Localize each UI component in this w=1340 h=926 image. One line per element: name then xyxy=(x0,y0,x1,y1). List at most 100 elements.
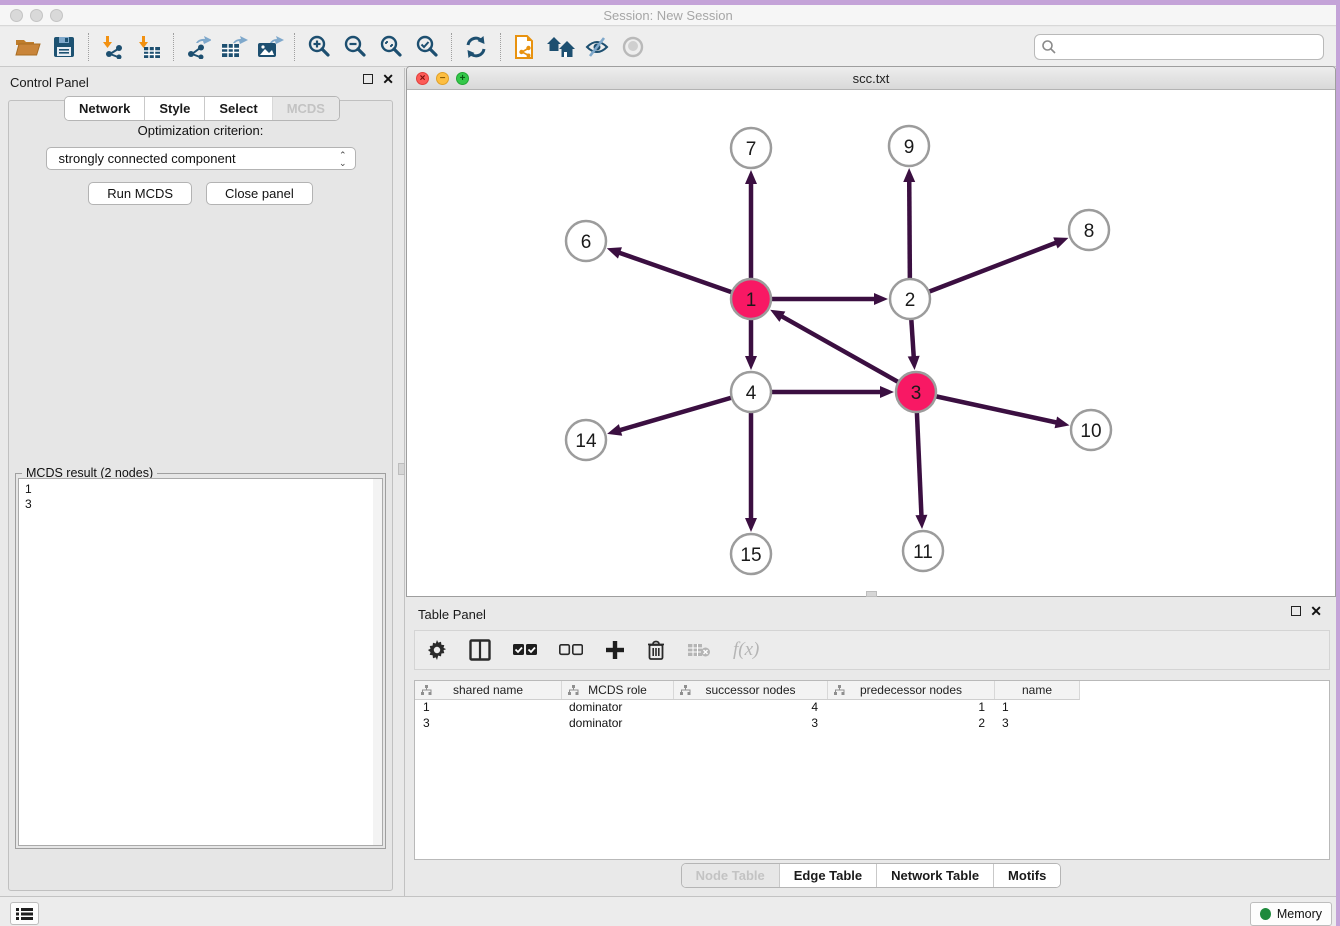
graph-node-8[interactable]: 8 xyxy=(1069,210,1109,250)
main-toolbar xyxy=(0,27,1336,67)
close-panel-button[interactable]: Close panel xyxy=(206,182,313,205)
import-network-icon[interactable] xyxy=(95,31,131,63)
network-graph[interactable]: 7 9 6 8 1 2 4 3 14 10 15 11 xyxy=(407,90,1335,596)
graph-node-4[interactable]: 4 xyxy=(731,372,771,412)
save-session-icon[interactable] xyxy=(46,31,82,63)
memory-button[interactable]: Memory xyxy=(1250,902,1332,926)
select-all-icon[interactable] xyxy=(513,643,537,657)
window-title: Session: New Session xyxy=(0,8,1336,23)
svg-text:3: 3 xyxy=(911,383,922,404)
graph-node-11[interactable]: 11 xyxy=(903,531,943,571)
edge-arrow xyxy=(1053,237,1068,248)
svg-text:11: 11 xyxy=(913,542,933,563)
table-panel-header: Table Panel ✕ xyxy=(406,600,1336,628)
svg-text:14: 14 xyxy=(575,431,597,452)
cell-successor-nodes[interactable]: 4 xyxy=(673,700,827,716)
graph-node-10[interactable]: 10 xyxy=(1071,410,1111,450)
toolbar-separator xyxy=(294,33,295,61)
edge-arrow xyxy=(880,386,894,398)
mcds-result-text[interactable]: 1 3 xyxy=(18,478,383,846)
edge-arrow xyxy=(745,356,757,370)
graph-node-2[interactable]: 2 xyxy=(890,279,930,319)
column-header-MCDS-role[interactable]: MCDS role xyxy=(561,681,673,699)
edge-3-1[interactable] xyxy=(780,315,916,392)
mcds-result-scrollbar[interactable] xyxy=(373,479,382,845)
node-table-header[interactable]: shared nameMCDS rolesuccessor nodesprede… xyxy=(415,681,1080,700)
show-details-icon xyxy=(615,31,651,63)
export-image-icon[interactable] xyxy=(252,31,288,63)
edge-2-8[interactable] xyxy=(910,242,1058,299)
graph-node-9[interactable]: 9 xyxy=(889,126,929,166)
tab-network-table[interactable]: Network Table xyxy=(876,864,993,887)
column-header-shared-name[interactable]: shared name xyxy=(415,681,561,699)
zoom-out-icon[interactable] xyxy=(337,31,373,63)
cell-predecessor-nodes[interactable]: 1 xyxy=(827,700,994,716)
duplicate-network-icon[interactable] xyxy=(507,31,543,63)
edge-3-10[interactable] xyxy=(916,392,1059,423)
network-window-titlebar[interactable]: × − + scc.txt xyxy=(407,67,1335,90)
tab-node-table[interactable]: Node Table xyxy=(682,864,779,887)
column-header-predecessor-nodes[interactable]: predecessor nodes xyxy=(827,681,994,699)
export-network-icon[interactable] xyxy=(180,31,216,63)
table-row[interactable]: 1dominator411 xyxy=(415,700,1329,716)
refresh-icon[interactable] xyxy=(458,31,494,63)
cell-predecessor-nodes[interactable]: 2 xyxy=(827,716,994,732)
open-session-icon[interactable] xyxy=(10,31,46,63)
zoom-selected-icon[interactable] xyxy=(409,31,445,63)
table-panel-title: Table Panel xyxy=(418,607,486,622)
mcds-result-group: MCDS result (2 nodes) 1 3 xyxy=(15,473,386,849)
delete-icon[interactable] xyxy=(647,640,665,661)
graph-node-3[interactable]: 3 xyxy=(896,372,936,412)
tab-network[interactable]: Network xyxy=(65,97,144,120)
close-table-panel-icon[interactable]: ✕ xyxy=(1310,606,1322,616)
zoom-in-icon[interactable] xyxy=(301,31,337,63)
cell-MCDS-role[interactable]: dominator xyxy=(561,716,673,732)
run-mcds-button[interactable]: Run MCDS xyxy=(88,182,192,205)
tab-motifs[interactable]: Motifs xyxy=(993,864,1060,887)
tab-edge-table[interactable]: Edge Table xyxy=(779,864,876,887)
list-icon xyxy=(16,907,33,921)
main-titlebar: Session: New Session xyxy=(0,5,1336,26)
edge-1-6[interactable] xyxy=(617,252,751,299)
float-panel-icon[interactable] xyxy=(363,74,373,84)
task-history-button[interactable] xyxy=(10,902,39,925)
search-input[interactable] xyxy=(1034,34,1324,60)
horizontal-splitter-handle[interactable] xyxy=(866,591,877,597)
tab-style[interactable]: Style xyxy=(144,97,204,120)
home-icon[interactable] xyxy=(543,31,579,63)
graph-node-1[interactable]: 1 xyxy=(731,279,771,319)
vertical-splitter-handle[interactable] xyxy=(398,463,405,475)
network-canvas[interactable]: 7 9 6 8 1 2 4 3 14 10 15 11 xyxy=(407,90,1335,596)
add-icon[interactable] xyxy=(605,640,625,660)
graph-node-6[interactable]: 6 xyxy=(566,221,606,261)
graph-node-15[interactable]: 15 xyxy=(731,534,771,574)
column-header-name[interactable]: name xyxy=(994,681,1079,699)
tab-select[interactable]: Select xyxy=(204,97,271,120)
edge-arrow xyxy=(908,356,920,370)
cell-successor-nodes[interactable]: 3 xyxy=(673,716,827,732)
cell-name[interactable]: 1 xyxy=(994,700,1079,716)
node-table[interactable]: shared nameMCDS rolesuccessor nodesprede… xyxy=(414,680,1330,860)
close-panel-icon[interactable]: ✕ xyxy=(382,74,394,84)
table-row[interactable]: 3dominator323 xyxy=(415,716,1329,732)
optimization-criterion-select[interactable]: strongly connected component ⌃⌄ xyxy=(46,147,356,170)
search-field[interactable] xyxy=(1034,34,1324,60)
split-columns-icon[interactable] xyxy=(469,639,491,661)
tab-mcds[interactable]: MCDS xyxy=(272,97,339,120)
hide-details-icon[interactable] xyxy=(579,31,615,63)
toolbar-separator xyxy=(500,33,501,61)
float-table-panel-icon[interactable] xyxy=(1291,606,1301,616)
cell-MCDS-role[interactable]: dominator xyxy=(561,700,673,716)
zoom-fit-icon[interactable] xyxy=(373,31,409,63)
graph-node-7[interactable]: 7 xyxy=(731,128,771,168)
deselect-all-icon[interactable] xyxy=(559,643,583,657)
cell-shared-name[interactable]: 3 xyxy=(415,716,561,732)
gear-icon[interactable] xyxy=(427,640,447,660)
cell-shared-name[interactable]: 1 xyxy=(415,700,561,716)
export-table-icon[interactable] xyxy=(216,31,252,63)
column-header-successor-nodes[interactable]: successor nodes xyxy=(673,681,827,699)
cell-name[interactable]: 3 xyxy=(994,716,1079,732)
import-table-icon[interactable] xyxy=(131,31,167,63)
svg-text:2: 2 xyxy=(905,290,916,311)
graph-node-14[interactable]: 14 xyxy=(566,420,606,460)
